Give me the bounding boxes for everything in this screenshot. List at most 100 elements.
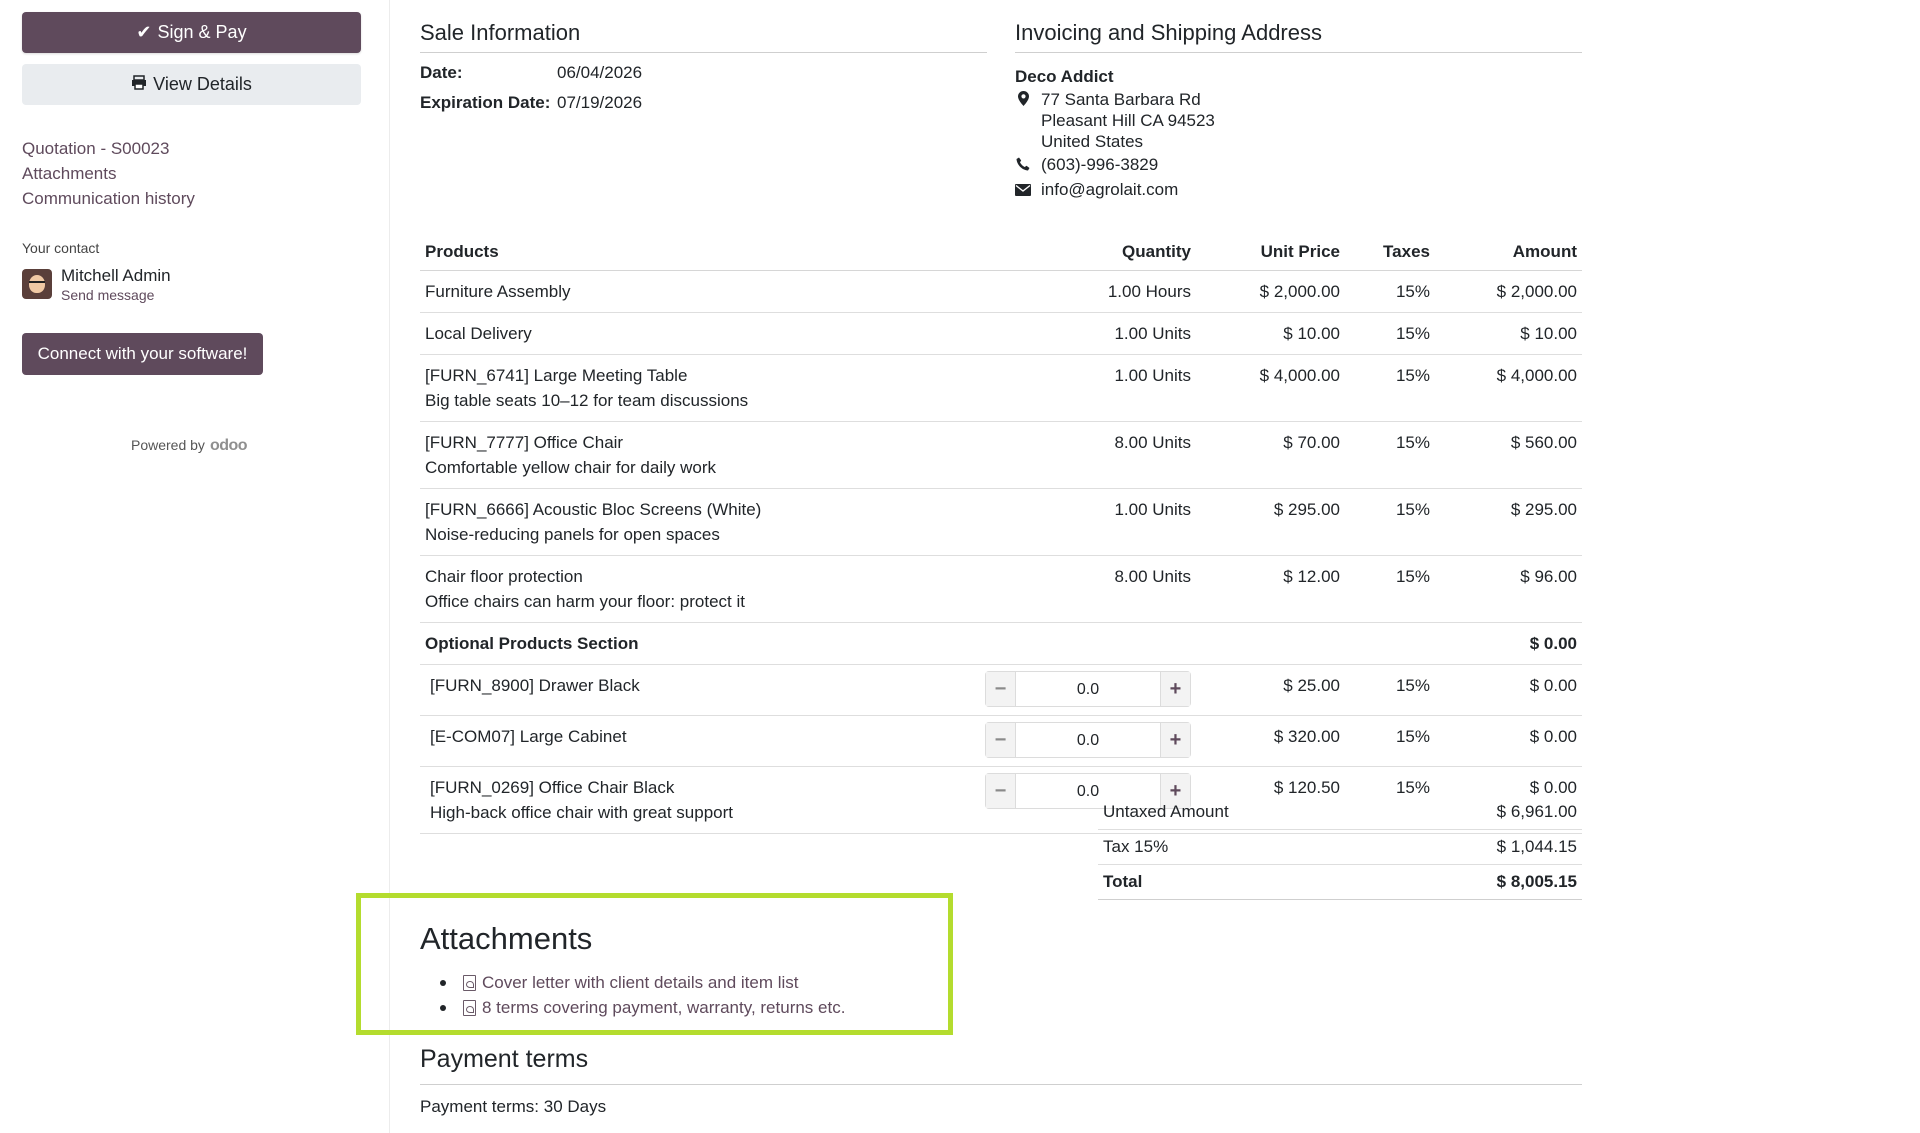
product-name: [E-COM07] Large Cabinet [420, 715, 980, 767]
product-amount: $ 295.00 [1435, 488, 1582, 556]
product-cell: Chair floor protection Office chairs can… [420, 555, 980, 623]
quantity-stepper-cell: − 0.0 + [980, 715, 1196, 767]
product-price: $ 4,000.00 [1196, 354, 1345, 422]
product-tax: 15% [1345, 270, 1435, 313]
product-qty: 8.00 Units [980, 555, 1196, 623]
shipping-address: Invoicing and Shipping Address Deco Addi… [1015, 20, 1582, 202]
email-value: info@agrolait.com [1041, 180, 1179, 199]
optional-section-row: Optional Products Section $ 0.00 [420, 622, 1582, 665]
product-amount: $ 10.00 [1435, 312, 1582, 355]
col-quantity: Quantity [980, 236, 1196, 271]
tax-label: Tax 15% [1098, 829, 1389, 865]
sidebar-link-attachments[interactable]: Attachments [22, 161, 195, 186]
product-name: [FURN_6741] Large Meeting Table [425, 366, 688, 385]
product-price: $ 25.00 [1196, 664, 1345, 716]
expiration-label: Expiration Date: [420, 93, 551, 112]
sidebar-link-quotation[interactable]: Quotation - S00023 [22, 136, 195, 161]
product-price: $ 2,000.00 [1196, 270, 1345, 313]
products-table: Products Quantity Unit Price Taxes Amoun… [420, 236, 1582, 834]
product-qty: 8.00 Units [980, 421, 1196, 489]
map-marker-icon [1015, 89, 1031, 152]
product-tax: 15% [1345, 312, 1435, 355]
view-details-button[interactable]: View Details [22, 64, 361, 105]
table-row: [FURN_7777] Office Chair Comfortable yel… [420, 421, 1582, 489]
view-details-label: View Details [153, 74, 252, 94]
quantity-input[interactable]: 0.0 [1016, 677, 1160, 702]
minus-button[interactable]: − [986, 723, 1016, 757]
customer-name: Deco Addict [1015, 67, 1114, 86]
product-amount: $ 2,000.00 [1435, 270, 1582, 313]
table-row: [FURN_6666] Acoustic Bloc Screens (White… [420, 488, 1582, 556]
bullet-dot [440, 979, 446, 986]
optional-product-row: [E-COM07] Large Cabinet − 0.0 + $ 320.00… [420, 715, 1582, 767]
sale-info-title: Sale Information [420, 20, 987, 53]
product-price: $ 12.00 [1196, 555, 1345, 623]
email-row: info@agrolait.com [1015, 179, 1582, 202]
phone-icon [1015, 154, 1031, 177]
product-amount: $ 96.00 [1435, 555, 1582, 623]
contact-name: Mitchell Admin [61, 266, 171, 285]
table-header: Products Quantity Unit Price Taxes Amoun… [420, 236, 1582, 271]
address-city: Pleasant Hill CA 94523 [1041, 111, 1215, 130]
totals-table: Untaxed Amount $ 6,961.00 Tax 15% $ 1,04… [1098, 795, 1582, 900]
product-description: Noise-reducing panels for open spaces [425, 525, 720, 544]
optional-product-row: [FURN_8900] Drawer Black − 0.0 + $ 25.00… [420, 664, 1582, 716]
odoo-logo: odoo [209, 437, 248, 454]
product-name: [FURN_8900] Drawer Black [420, 664, 980, 716]
attachments-title: Attachments [420, 921, 593, 956]
expiration-value: 07/19/2026 [557, 93, 643, 112]
total-value: $ 8,005.15 [1388, 864, 1582, 900]
product-tax: 15% [1345, 715, 1435, 767]
pdf-file-icon [463, 999, 476, 1016]
product-description: Comfortable yellow chair for daily work [425, 458, 716, 477]
attachment-link[interactable]: Cover letter with client details and ite… [482, 970, 799, 995]
printer-icon [131, 74, 147, 95]
table-row: Furniture Assembly 1.00 Hours $ 2,000.00… [420, 270, 1582, 313]
product-price: $ 320.00 [1196, 715, 1345, 767]
pdf-file-icon [463, 974, 476, 991]
minus-button[interactable]: − [986, 774, 1016, 808]
sidebar-nav: Quotation - S00023 Attachments Communica… [22, 136, 195, 211]
contact-card: Mitchell Admin Send message [22, 266, 171, 303]
address-country: United States [1041, 132, 1144, 151]
product-description: Office chairs can harm your floor: prote… [425, 592, 745, 611]
powered-by[interactable]: Powered by odoo [131, 437, 248, 455]
date-row: Date: 06/04/2026 [420, 63, 987, 83]
product-amount: $ 560.00 [1435, 421, 1582, 489]
attachment-item[interactable]: 8 terms covering payment, warranty, retu… [440, 995, 845, 1020]
attachments-list: Cover letter with client details and ite… [440, 970, 845, 1020]
sign-pay-button[interactable]: ✔ Sign & Pay [22, 12, 361, 53]
sidebar-link-communication[interactable]: Communication history [22, 186, 195, 211]
quantity-input[interactable]: 0.0 [1016, 728, 1160, 753]
plus-button[interactable]: + [1160, 723, 1190, 757]
table-row: Chair floor protection Office chairs can… [420, 555, 1582, 623]
payment-terms-title: Payment terms [420, 1045, 1582, 1085]
untaxed-label: Untaxed Amount [1098, 795, 1389, 830]
product-cell: [FURN_7777] Office Chair Comfortable yel… [420, 421, 980, 489]
product-cell: [FURN_0269] Office Chair Black High-back… [420, 766, 980, 834]
product-amount: $ 0.00 [1435, 715, 1582, 767]
product-tax: 15% [1345, 488, 1435, 556]
optional-section-amount: $ 0.00 [1435, 622, 1582, 665]
col-taxes: Taxes [1345, 236, 1435, 271]
product-name: [FURN_7777] Office Chair [425, 433, 624, 452]
product-name: Chair floor protection [425, 567, 583, 586]
attachment-link[interactable]: 8 terms covering payment, warranty, retu… [482, 995, 845, 1020]
checkmark-icon: ✔ [136, 22, 152, 42]
connect-software-button[interactable]: Connect with your software! [22, 333, 263, 375]
untaxed-value: $ 6,961.00 [1388, 795, 1582, 830]
send-message-link[interactable]: Send message [61, 287, 171, 303]
address-street-row: 77 Santa Barbara Rd Pleasant Hill CA 945… [1015, 89, 1582, 152]
minus-button[interactable]: − [986, 672, 1016, 706]
product-qty: 1.00 Units [980, 312, 1196, 355]
product-description: Big table seats 10–12 for team discussio… [425, 391, 749, 410]
attachment-item[interactable]: Cover letter with client details and ite… [440, 970, 845, 995]
untaxed-row: Untaxed Amount $ 6,961.00 [1098, 795, 1582, 830]
product-qty: 1.00 Hours [980, 270, 1196, 313]
product-description: High-back office chair with great suppor… [430, 803, 734, 822]
product-amount: $ 4,000.00 [1435, 354, 1582, 422]
tax-row: Tax 15% $ 1,044.15 [1098, 829, 1582, 865]
product-tax: 15% [1345, 354, 1435, 422]
plus-button[interactable]: + [1160, 672, 1190, 706]
product-tax: 15% [1345, 421, 1435, 489]
